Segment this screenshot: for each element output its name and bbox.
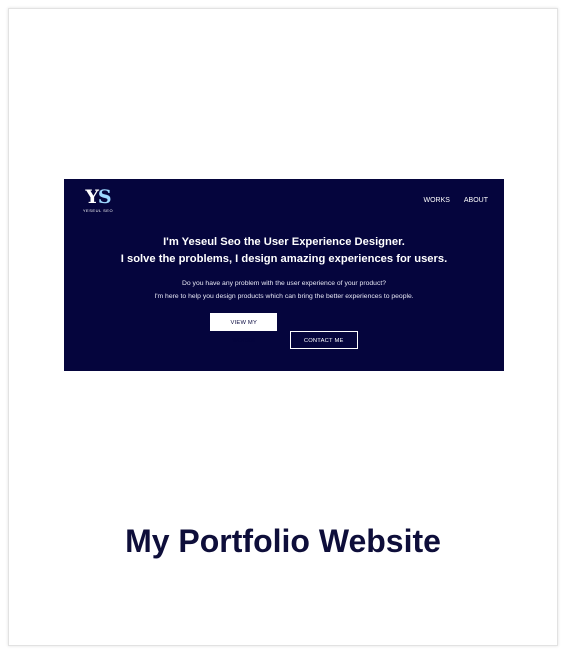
preview-nav: WORKS ABOUT: [411, 197, 488, 204]
project-card[interactable]: YS YESEUL SEO WORKS ABOUT I'm Yeseul Seo…: [8, 8, 558, 646]
hero-headline: I'm Yeseul Seo the User Experience Desig…: [64, 234, 504, 268]
hero-subtext: Do you have any problem with the user ex…: [64, 277, 504, 303]
logo-subtitle: YESEUL SEO: [82, 208, 114, 213]
subtext-line-1: Do you have any problem with the user ex…: [181, 280, 387, 287]
nav-item-about: ABOUT: [463, 197, 488, 204]
nav-item-works: WORKS: [423, 197, 450, 204]
card-title[interactable]: My Portfolio Website: [9, 521, 557, 561]
hero-buttons: VIEW MY WORKS CONTACT ME: [64, 313, 504, 349]
project-preview-image[interactable]: YS YESEUL SEO WORKS ABOUT I'm Yeseul Seo…: [64, 179, 504, 371]
headline-line-1: I'm Yeseul Seo the User Experience Desig…: [163, 236, 405, 248]
subtext-line-2: I'm here to help you design products whi…: [154, 293, 414, 300]
contact-me-button: CONTACT ME: [289, 331, 358, 349]
headline-line-2: I solve the problems, I design amazing e…: [120, 253, 448, 265]
view-my-works-button: VIEW MY WORKS: [210, 313, 278, 344]
logo-mark: YS: [85, 186, 111, 208]
site-logo: YS YESEUL SEO: [82, 187, 114, 213]
